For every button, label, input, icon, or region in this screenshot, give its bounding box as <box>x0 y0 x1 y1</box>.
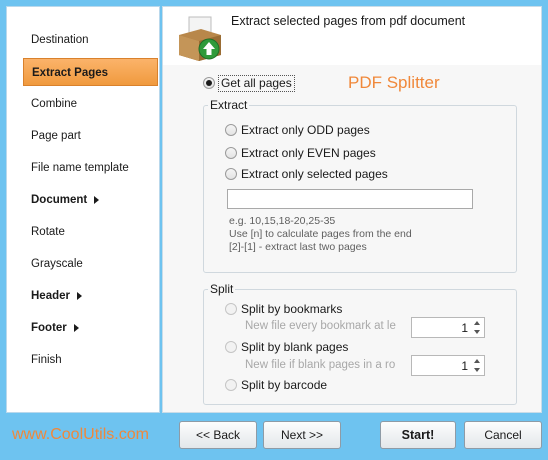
brand-label: PDF Splitter <box>348 73 440 92</box>
get-all-pages-radio[interactable] <box>203 77 215 89</box>
spin-down-icon[interactable] <box>474 368 480 372</box>
chevron-right-icon <box>94 195 100 204</box>
extract-selected-label[interactable]: Extract only selected pages <box>241 167 388 181</box>
hint-last-two: [2]-[1] - extract last two pages <box>229 241 367 253</box>
extract-even-radio[interactable] <box>225 147 237 159</box>
split-barcode-label[interactable]: Split by barcode <box>241 378 327 392</box>
split-barcode-radio[interactable] <box>225 379 237 391</box>
sidebar: Destination Extract Pages Combine Page p… <box>6 6 160 413</box>
page-title: Extract selected pages from pdf document <box>231 14 466 28</box>
split-bookmarks-label[interactable]: Split by bookmarks <box>241 302 342 316</box>
sidebar-item-combine[interactable]: Combine <box>23 90 158 118</box>
bookmark-level-value: 1 <box>461 321 468 335</box>
back-button[interactable]: << Back <box>179 421 257 449</box>
blank-pages-value: 1 <box>461 359 468 373</box>
app-window: Destination Extract Pages Combine Page p… <box>0 0 548 460</box>
sidebar-item-document[interactable]: Document <box>23 186 158 214</box>
spinner-buttons[interactable] <box>471 356 484 375</box>
get-all-pages-label[interactable]: Get all pages <box>218 75 295 92</box>
split-group-title: Split <box>208 282 236 296</box>
bookmark-level-label: New file every bookmark at le <box>245 320 396 332</box>
hint-example: e.g. 10,15,18-20,25-35 <box>229 215 336 227</box>
chevron-right-icon <box>77 291 82 300</box>
sidebar-item-header[interactable]: Header <box>23 282 158 310</box>
sidebar-item-page-part[interactable]: Page part <box>23 122 158 150</box>
sidebar-item-label: File name template <box>31 162 129 174</box>
sidebar-item-finish[interactable]: Finish <box>23 346 158 374</box>
extract-odd-radio[interactable] <box>225 124 237 136</box>
spin-down-icon[interactable] <box>474 330 480 334</box>
sidebar-item-label: Rotate <box>31 226 65 238</box>
sidebar-item-destination[interactable]: Destination <box>23 26 158 54</box>
sidebar-item-label: Page part <box>31 130 81 142</box>
extract-selected-radio[interactable] <box>225 168 237 180</box>
chevron-right-icon <box>73 323 79 332</box>
cancel-button[interactable]: Cancel <box>464 421 542 449</box>
sidebar-item-label: Header <box>31 290 70 302</box>
sidebar-item-label: Destination <box>31 34 89 46</box>
sidebar-item-label: Grayscale <box>31 258 83 270</box>
start-button[interactable]: Start! <box>380 421 456 449</box>
sidebar-item-rotate[interactable]: Rotate <box>23 218 158 246</box>
sidebar-item-label: Footer <box>31 322 67 334</box>
extract-even-label[interactable]: Extract only EVEN pages <box>241 146 376 160</box>
page-header: Extract selected pages from pdf document <box>163 7 541 65</box>
spin-up-icon[interactable] <box>474 359 480 363</box>
sidebar-item-file-name-template[interactable]: File name template <box>23 154 158 182</box>
spinner-buttons[interactable] <box>471 318 484 337</box>
sidebar-item-footer[interactable]: Footer <box>23 314 158 342</box>
blank-pages-label: New file if blank pages in a ro <box>245 359 396 371</box>
sidebar-item-label: Document <box>31 194 88 206</box>
sidebar-item-label: Extract Pages <box>32 67 109 79</box>
blank-pages-stepper[interactable]: 1 <box>411 355 485 376</box>
hint-use-n: Use [n] to calculate pages from the end <box>229 228 412 240</box>
sidebar-item-extract-pages[interactable]: Extract Pages <box>23 58 158 86</box>
extract-odd-label[interactable]: Extract only ODD pages <box>241 123 370 137</box>
bookmark-level-stepper[interactable]: 1 <box>411 317 485 338</box>
split-blank-radio[interactable] <box>225 341 237 353</box>
next-button[interactable]: Next >> <box>263 421 341 449</box>
box-with-green-arrow-icon <box>179 16 221 61</box>
website-link[interactable]: www.CoolUtils.com <box>12 426 149 444</box>
extract-group-title: Extract <box>208 98 250 112</box>
split-bookmarks-radio[interactable] <box>225 303 237 315</box>
main-panel: Extract selected pages from pdf document… <box>162 6 542 413</box>
selected-pages-input[interactable] <box>227 189 473 209</box>
split-blank-label[interactable]: Split by blank pages <box>241 340 348 354</box>
spin-up-icon[interactable] <box>474 321 480 325</box>
sidebar-item-grayscale[interactable]: Grayscale <box>23 250 158 278</box>
sidebar-item-label: Finish <box>31 354 62 366</box>
sidebar-item-label: Combine <box>31 98 78 110</box>
